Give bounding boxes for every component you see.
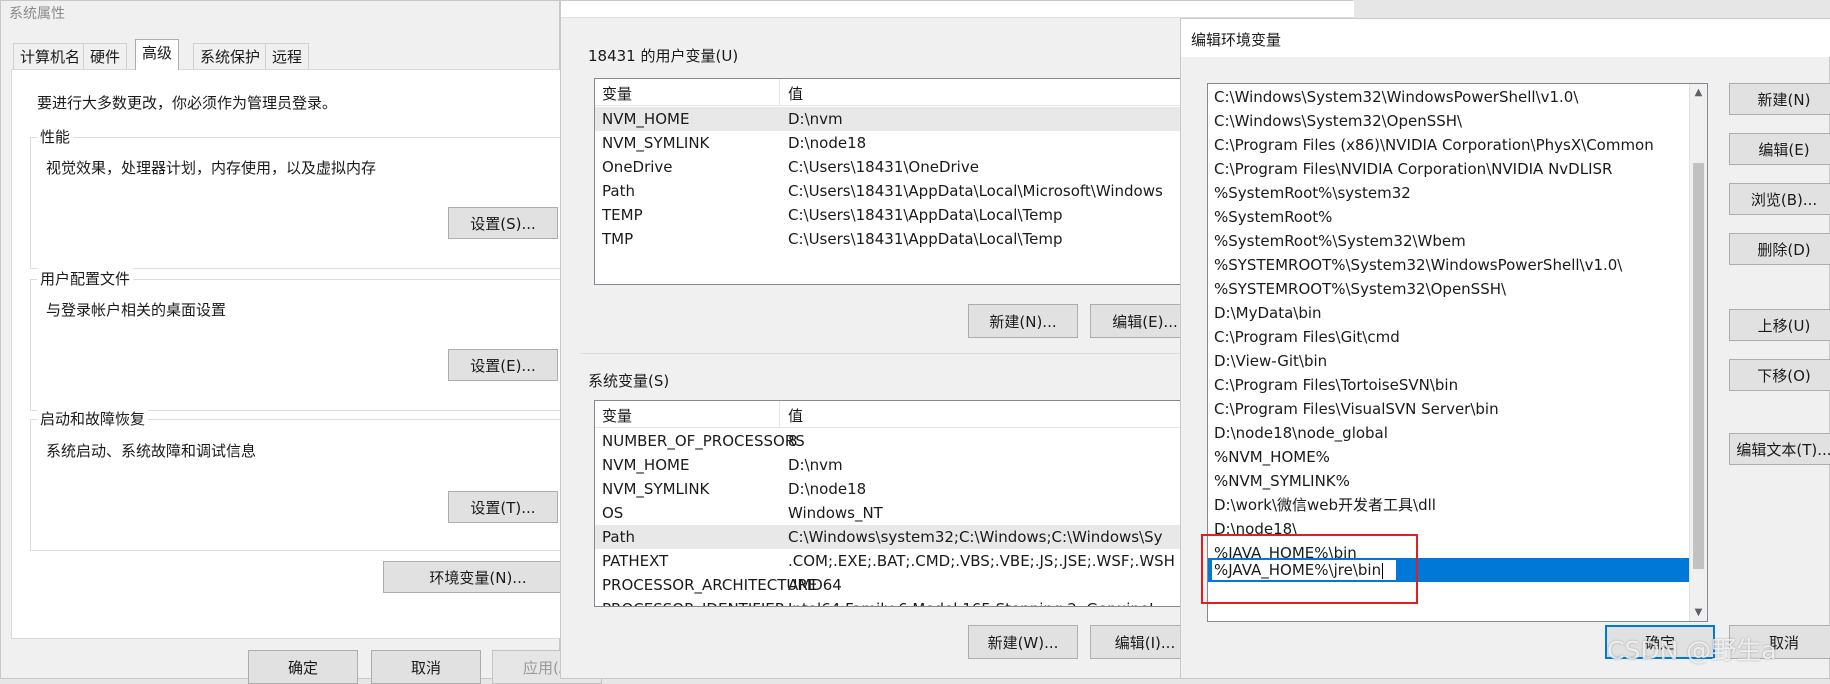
column-header-value[interactable]: 值 <box>788 405 803 426</box>
path-entry[interactable]: D:\View-Git\bin <box>1208 349 1618 373</box>
path-entry[interactable]: C:\Program Files\TortoiseSVN\bin <box>1208 373 1618 397</box>
path-entry[interactable]: %SYSTEMROOT%\System32\WindowsPowerShell\… <box>1208 253 1622 277</box>
startup-desc: 系统启动、系统故障和调试信息 <box>46 442 257 460</box>
column-header-variable[interactable]: 变量 <box>602 405 632 426</box>
path-entry[interactable]: C:\Program Files\Git\cmd <box>1208 325 1618 349</box>
variable-name: NVM_SYMLINK <box>602 134 710 152</box>
user-new-button[interactable]: 新建(N)... <box>968 304 1078 338</box>
variable-value: Windows_NT <box>788 504 883 522</box>
user-variables-label: 18431 的用户变量(U) <box>588 47 739 65</box>
path-entry[interactable]: C:\Program Files (x86)\NVIDIA Corporatio… <box>1208 133 1654 157</box>
variable-name: NVM_HOME <box>602 456 690 474</box>
path-entry[interactable]: %SystemRoot%\System32\Wbem <box>1208 229 1618 253</box>
tab-remote[interactable]: 远程 <box>265 43 310 69</box>
variable-name: NUMBER_OF_PROCESSORS <box>602 432 805 450</box>
variable-name: TEMP <box>602 206 643 224</box>
path-entry[interactable]: D:\node18\node_global <box>1208 421 1618 445</box>
window-title-strip <box>561 1 1354 18</box>
variable-value: C:\Users\18431\AppData\Local\Temp <box>788 206 1063 224</box>
variable-name: TMP <box>602 230 634 248</box>
path-entry[interactable]: %SystemRoot% <box>1208 205 1618 229</box>
scroll-thumb[interactable] <box>1693 163 1704 569</box>
variable-name: Path <box>602 528 635 546</box>
profile-title: 用户配置文件 <box>37 268 134 289</box>
path-move-down-button[interactable]: 下移(O) <box>1729 359 1830 391</box>
variable-value: D:\nvm <box>788 110 843 128</box>
window-title: 编辑环境变量 <box>1191 31 1282 49</box>
path-entry[interactable]: D:\MyData\bin <box>1208 301 1618 325</box>
variable-value: .COM;.EXE;.BAT;.CMD;.VBS;.VBE;.JS;.JSE;.… <box>788 552 1175 570</box>
profile-desc: 与登录帐户相关的桌面设置 <box>46 301 227 319</box>
performance-settings-button[interactable]: 设置(S)... <box>448 207 558 239</box>
variable-name: OS <box>602 504 624 522</box>
system-properties-window: 系统属性 计算机名 硬件 高级 系统保护 远程 要进行大多数更改，你必须作为管理… <box>0 0 602 684</box>
variable-value: D:\nvm <box>788 456 843 474</box>
performance-title: 性能 <box>37 126 74 147</box>
tab-hardware[interactable]: 硬件 <box>83 43 128 69</box>
system-variables-label: 系统变量(S) <box>588 372 670 390</box>
path-entry[interactable]: C:\Windows\System32\WindowsPowerShell\v1… <box>1208 85 1618 109</box>
scroll-down-arrow-icon[interactable]: ▼ <box>1690 604 1707 621</box>
variable-value: C:\Windows\system32;C:\Windows;C:\Window… <box>788 528 1163 546</box>
variable-name: OneDrive <box>602 158 673 176</box>
admin-note: 要进行大多数更改，你必须作为管理员登录。 <box>37 94 338 112</box>
startup-settings-button[interactable]: 设置(T)... <box>448 491 558 523</box>
path-edit-button[interactable]: 编辑(E) <box>1729 133 1830 165</box>
path-entry[interactable]: %NVM_SYMLINK% <box>1208 469 1618 493</box>
tab-computer-name[interactable]: 计算机名 <box>13 43 88 69</box>
path-browse-button[interactable]: 浏览(B)... <box>1729 183 1830 215</box>
tab-system-protection[interactable]: 系统保护 <box>193 43 268 69</box>
variable-name: NVM_HOME <box>602 110 690 128</box>
variable-name: PROCESSOR_ARCHITECTURE <box>602 576 818 594</box>
variable-value: D:\node18 <box>788 480 867 498</box>
path-entry[interactable]: C:\Program Files\VisualSVN Server\bin <box>1208 397 1618 421</box>
startup-title: 启动和故障恢复 <box>37 408 149 429</box>
path-entry[interactable]: C:\Windows\System32\OpenSSH\ <box>1208 109 1618 133</box>
path-new-button[interactable]: 新建(N) <box>1729 83 1830 115</box>
variable-value: 8 <box>788 432 798 450</box>
watermark: CSDN @野生a <box>1607 636 1777 665</box>
window-title: 系统属性 <box>9 6 65 22</box>
variable-value: Intel64 Family 6 Model 165 Stepping 2, G… <box>788 597 1154 606</box>
column-header-value[interactable]: 值 <box>788 83 803 104</box>
variable-value: D:\node18 <box>788 134 867 152</box>
variable-name: NVM_SYMLINK <box>602 480 710 498</box>
path-delete-button[interactable]: 删除(D) <box>1729 233 1830 265</box>
path-entry[interactable]: %NVM_HOME% <box>1208 445 1618 469</box>
variable-name: PROCESSOR_IDENTIFIER <box>602 597 785 606</box>
path-entry[interactable]: %SystemRoot%\system32 <box>1208 181 1618 205</box>
tab-advanced[interactable]: 高级 <box>135 39 180 70</box>
path-list-scrollbar[interactable]: ▲ ▼ <box>1689 84 1707 621</box>
variable-value: C:\Users\18431\AppData\Local\Temp <box>788 230 1063 248</box>
profile-settings-button[interactable]: 设置(E)... <box>448 349 558 381</box>
variable-value: C:\Users\18431\OneDrive <box>788 158 979 176</box>
variable-value: AMD64 <box>788 576 842 594</box>
performance-desc: 视觉效果，处理器计划，内存使用，以及虚拟内存 <box>46 159 377 177</box>
variable-name: Path <box>602 182 635 200</box>
annotation-highlight-box <box>1201 534 1418 604</box>
startup-group <box>30 419 590 551</box>
path-edit-text-button[interactable]: 编辑文本(T)... <box>1729 433 1830 465</box>
system-new-button[interactable]: 新建(W)... <box>968 625 1078 659</box>
path-move-up-button[interactable]: 上移(U) <box>1729 309 1830 341</box>
column-header-variable[interactable]: 变量 <box>602 83 632 104</box>
path-entry[interactable]: C:\Program Files\NVIDIA Corporation\NVID… <box>1208 157 1618 181</box>
scroll-up-arrow-icon[interactable]: ▲ <box>1690 84 1707 101</box>
environment-variables-button[interactable]: 环境变量(N)... <box>383 561 573 593</box>
edit-environment-variable-window: 编辑环境变量 C:\Windows\System32\WindowsPowerS… <box>1180 18 1830 679</box>
path-entry[interactable]: %SYSTEMROOT%\System32\OpenSSH\ <box>1208 277 1618 301</box>
variable-name: PATHEXT <box>602 552 669 570</box>
variable-value: C:\Users\18431\AppData\Local\Microsoft\W… <box>788 182 1163 200</box>
path-entry[interactable]: D:\work\微信web开发者工具\dll <box>1208 493 1618 517</box>
